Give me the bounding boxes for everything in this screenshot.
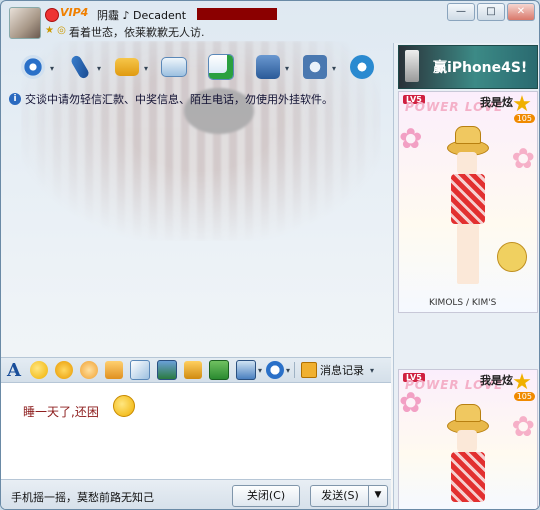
folder-icon: [114, 58, 139, 76]
status-icons: ★ ◎: [45, 25, 66, 36]
contact-nickname[interactable]: 阴霾 ♪ Decadent: [97, 7, 186, 23]
bottom-hint-text[interactable]: 手机摇一摇，莫愁前路无知己: [11, 489, 154, 505]
message-record-icon: [301, 362, 318, 378]
currency-icon[interactable]: [266, 361, 285, 379]
settings-icon: [302, 55, 327, 79]
flower-icon: ✿: [511, 142, 535, 175]
remote-assist-icon: [255, 55, 280, 79]
show-footer: KIMOLS / KIM'S: [429, 298, 497, 308]
notice-text: 交谈中请勿轻信汇款、中奖信息、陌生电话，勿使用外挂软件。: [25, 93, 333, 106]
qq-show-contact[interactable]: ✿ ✿ LV5 POWER LOVE 我是炫 ★ 105 KIMOLS / KI…: [398, 91, 538, 313]
send-file-button[interactable]: ▾: [103, 51, 150, 83]
format-toolbar: A ▾ ▾ 消息记录 ▾: [1, 357, 391, 383]
qq-penguin-icon: [45, 8, 59, 22]
message-input-text[interactable]: 睡一天了,还困: [23, 403, 99, 420]
image-icon[interactable]: [157, 360, 177, 380]
microphone-button[interactable]: ▾: [56, 51, 103, 83]
bottom-bar: 手机摇一摇，莫愁前路无知己 关闭(C) 发送(S) ▼: [1, 479, 391, 509]
webcam-icon: [20, 55, 45, 79]
screenshot-icon[interactable]: [236, 360, 256, 380]
message-record-label: 消息记录: [320, 364, 365, 377]
refresh-app-icon: [349, 55, 374, 79]
add-app-button[interactable]: [197, 51, 244, 83]
message-record-button[interactable]: 消息记录 ▾: [301, 362, 374, 378]
close-button[interactable]: 关闭(C): [232, 485, 300, 507]
window-header: VIP4 阴霾 ♪ Decadent ★ ◎ 看着世态，依莱歉歉无人访. — □…: [1, 1, 539, 45]
phone-icon: [405, 50, 419, 82]
info-icon: i: [9, 93, 21, 105]
message-input[interactable]: 睡一天了,还困: [1, 383, 391, 479]
vip-badge[interactable]: VIP4: [60, 6, 88, 19]
chevron-down-icon: ▾: [370, 365, 375, 375]
right-panel: 赢iPhone4S! ✿ ✿ LV5 POWER LOVE 我是炫 ★ 105 …: [393, 43, 539, 509]
webcam-button[interactable]: ▾: [9, 51, 56, 83]
avatar-face: [457, 430, 477, 452]
email-button[interactable]: [150, 51, 197, 83]
flower-icon: ✿: [399, 122, 423, 155]
chick-icon: [497, 242, 527, 272]
show-title: 我是炫: [480, 374, 513, 387]
ad-banner[interactable]: 赢iPhone4S!: [398, 45, 538, 89]
chat-window: VIP4 阴霾 ♪ Decadent ★ ◎ 看着世态，依莱歉歉无人访. — □…: [0, 0, 540, 510]
qq-show-self[interactable]: ✿ ✿ LV5 POWER LOVE 我是炫 ★ 105: [398, 369, 538, 509]
show-title: 我是炫: [480, 96, 513, 109]
window-controls: — □ ✕: [447, 3, 535, 21]
close-window-button[interactable]: ✕: [507, 3, 535, 21]
star-icon: ★: [512, 92, 532, 117]
minimize-button[interactable]: —: [447, 3, 475, 21]
avatar-body: [451, 452, 485, 502]
smiley-icon[interactable]: [30, 361, 48, 379]
star-count: 105: [513, 392, 535, 401]
avatar-face: [457, 152, 477, 174]
avatar-body: [451, 174, 485, 224]
app-center-button[interactable]: [338, 51, 385, 83]
scribble-icon[interactable]: [130, 360, 150, 380]
send-options-button[interactable]: ▼: [368, 485, 388, 507]
settings-button[interactable]: ▾: [291, 51, 338, 83]
contact-signature: 看着世态，依莱歉歉无人访.: [69, 26, 205, 39]
add-app-icon: [207, 54, 234, 80]
send-button[interactable]: 发送(S): [310, 485, 369, 507]
sleepy-emoji-icon: [113, 395, 135, 417]
remote-assist-button[interactable]: ▾: [244, 51, 291, 83]
main-toolbar: ▾ ▾ ▾ ▾ ▾: [9, 51, 389, 83]
gift-icon[interactable]: [209, 360, 229, 380]
music-icon[interactable]: [184, 361, 202, 379]
microphone-icon: [69, 54, 90, 80]
chat-history[interactable]: [1, 107, 391, 357]
star-count: 105: [513, 114, 535, 123]
avatar-legs: [457, 224, 479, 284]
maximize-button[interactable]: □: [477, 3, 505, 21]
redacted-bar: [197, 8, 277, 20]
wink-face-icon[interactable]: [80, 361, 98, 379]
security-notice: i 交谈中请勿轻信汇款、中奖信息、陌生电话，勿使用外挂软件。: [9, 91, 387, 107]
magic-face-icon[interactable]: [55, 361, 73, 379]
mail-icon: [160, 57, 187, 77]
font-button[interactable]: A: [5, 360, 23, 381]
star-icon: ★: [512, 370, 532, 395]
ad-text: 赢iPhone4S!: [433, 60, 528, 76]
shake-icon[interactable]: [105, 361, 123, 379]
avatar[interactable]: [9, 7, 41, 39]
toolbar-divider: [294, 362, 296, 378]
flower-icon: ✿: [511, 410, 535, 443]
